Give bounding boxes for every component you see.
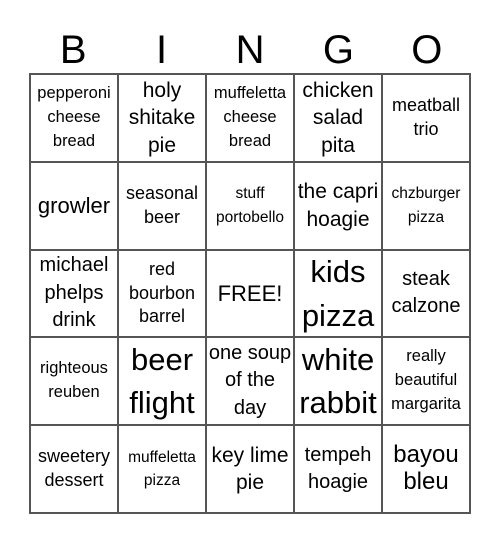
title-letter-o: O [411, 28, 443, 72]
title-letter-b: B [59, 28, 87, 72]
title-letter-i: I [156, 28, 168, 72]
bingo-cell[interactable]: meatball trio [382, 74, 470, 162]
bingo-card-grid: pepperoni cheese bread holy shitake pie … [29, 73, 471, 514]
cell-text: white rabbit [299, 341, 377, 421]
cell-text: tempeh hoagie [304, 443, 372, 494]
bingo-cell[interactable]: pepperoni cheese bread [30, 74, 118, 162]
bingo-cell[interactable]: growler [30, 161, 118, 250]
bingo-title: B I N G O [29, 28, 471, 72]
free-space-cell[interactable]: FREE! [206, 249, 294, 338]
bingo-cell[interactable]: white rabbit [294, 337, 382, 426]
bingo-cell[interactable]: chzburger pizza [382, 161, 470, 250]
cell-text: meatball trio [391, 95, 461, 139]
cell-text: beer flight [129, 341, 195, 421]
bingo-cell[interactable]: kids pizza [294, 249, 382, 338]
bingo-cell[interactable]: steak calzone [382, 249, 470, 338]
bingo-cell[interactable]: bayou bleu [382, 425, 470, 513]
bingo-cell[interactable]: michael phelps drink [30, 249, 118, 338]
cell-text: really beautiful margarita [391, 347, 461, 414]
free-space-text: FREE! [217, 280, 283, 306]
cell-text: michael phelps drink [39, 254, 109, 332]
cell-text: pepperoni cheese bread [37, 84, 111, 150]
bingo-cell[interactable]: the capri hoagie [294, 161, 382, 250]
bingo-cell[interactable]: sweetery dessert [30, 425, 118, 513]
bingo-cell[interactable]: one soup of the day [206, 337, 294, 426]
bingo-cell[interactable]: seasonal beer [118, 161, 206, 250]
cell-text: bayou bleu [393, 441, 459, 496]
cell-text: kids pizza [301, 254, 375, 333]
cell-text: growler [37, 192, 111, 218]
cell-text: steak calzone [391, 267, 461, 318]
cell-text: chicken salad pita [302, 78, 374, 157]
cell-text: stuff portobello [215, 185, 285, 226]
bingo-cell[interactable]: muffeletta pizza [118, 425, 206, 513]
cell-text: righteous reuben [40, 359, 108, 402]
cell-text: muffeletta pizza [128, 448, 196, 490]
cell-text: muffeletta cheese bread [213, 84, 287, 150]
title-letter-n: N [235, 28, 265, 72]
cell-text: key lime pie [211, 443, 289, 495]
cell-text: holy shitake pie [128, 78, 196, 157]
bingo-cell[interactable]: really beautiful margarita [382, 337, 470, 426]
bingo-cell[interactable]: beer flight [118, 337, 206, 426]
cell-text: seasonal beer [125, 182, 199, 227]
bingo-cell[interactable]: holy shitake pie [118, 74, 206, 162]
bingo-cell[interactable]: muffeletta cheese bread [206, 74, 294, 162]
cell-text: one soup of the day [208, 341, 292, 420]
bingo-cell[interactable]: red bourbon barrel [118, 249, 206, 338]
bingo-cell[interactable]: stuff portobello [206, 161, 294, 250]
bingo-cell[interactable]: chicken salad pita [294, 74, 382, 162]
bingo-cell[interactable]: righteous reuben [30, 337, 118, 426]
cell-text: red bourbon barrel [128, 258, 196, 327]
bingo-cell[interactable]: key lime pie [206, 425, 294, 513]
cell-text: sweetery dessert [37, 446, 111, 491]
title-letter-g: G [322, 28, 354, 72]
cell-text: the capri hoagie [297, 180, 379, 231]
cell-text: chzburger pizza [391, 185, 461, 226]
bingo-cell[interactable]: tempeh hoagie [294, 425, 382, 513]
